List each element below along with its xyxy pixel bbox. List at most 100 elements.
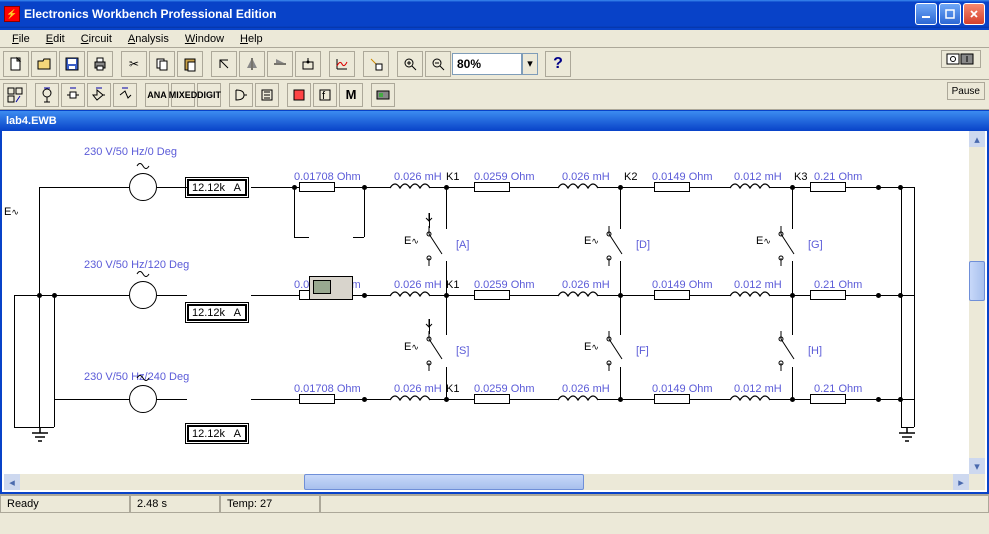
inductor-l1c[interactable] [730, 182, 770, 197]
titlebar: ⚡ Electronics Workbench Professional Edi… [0, 0, 989, 28]
new-button[interactable] [3, 51, 29, 77]
menu-help[interactable]: Help [232, 31, 271, 47]
resistor-r1c[interactable] [654, 182, 690, 192]
inductor-l2c[interactable] [730, 290, 770, 305]
scroll-left-button[interactable]: ◂ [4, 474, 20, 490]
scroll-thumb-h[interactable] [304, 474, 584, 490]
inductor-l3a[interactable] [390, 394, 430, 409]
zoom-dropdown[interactable]: ▾ [522, 53, 538, 75]
maximize-button[interactable] [939, 3, 961, 25]
ac-source-1[interactable] [129, 173, 157, 201]
cut-button[interactable]: ✂ [121, 51, 147, 77]
oscilloscope[interactable] [309, 276, 353, 300]
emf-G[interactable] [756, 226, 806, 269]
schematic-canvas[interactable]: 230 V/50 Hz/0 Deg 230 V/50 Hz/120 Deg 23… [4, 131, 969, 474]
tool-digit-ic-button[interactable]: DIGIT [197, 83, 221, 107]
subcircuit-button[interactable] [295, 51, 321, 77]
open-button[interactable] [31, 51, 57, 77]
component-props-button[interactable] [363, 51, 389, 77]
horizontal-scrollbar[interactable]: ◂ ▸ [4, 474, 969, 490]
tool-mixed-ic-button[interactable]: MIXED [171, 83, 195, 107]
menu-edit[interactable]: Edit [38, 31, 73, 47]
tool-misc-button[interactable]: M [339, 83, 363, 107]
inductor-l1a[interactable] [390, 182, 430, 197]
emf-label-A: E∿ [404, 235, 419, 247]
ground-right[interactable] [897, 427, 917, 448]
vertical-scrollbar[interactable]: ▴ ▾ [969, 131, 985, 474]
resistor-r2c[interactable] [654, 290, 690, 300]
emf-label-F: E∿ [584, 341, 599, 353]
tool-control-button[interactable]: f [313, 83, 337, 107]
flip-h-button[interactable] [239, 51, 265, 77]
help-button[interactable]: ? [545, 51, 571, 77]
emf-D[interactable] [584, 226, 634, 269]
resistor-r2b[interactable] [474, 290, 510, 300]
resistor-r1b[interactable] [474, 182, 510, 192]
pause-button[interactable]: Pause [947, 82, 985, 100]
scroll-down-button[interactable]: ▾ [969, 458, 985, 474]
resistor-r1a[interactable] [299, 182, 335, 192]
scroll-thumb-v[interactable] [969, 261, 985, 301]
ammeter-1[interactable]: 12.12kA [187, 179, 247, 196]
menu-analysis[interactable]: Analysis [120, 31, 177, 47]
resistor-r3a[interactable] [299, 394, 335, 404]
ac-source-3[interactable] [129, 385, 157, 413]
status-ready: Ready [0, 495, 130, 513]
tool-digital-button[interactable] [255, 83, 279, 107]
graph-button[interactable] [329, 51, 355, 77]
inductor-l3c[interactable] [730, 394, 770, 409]
tool-ana-ic-button[interactable]: ANA [145, 83, 169, 107]
inductor-l2b[interactable] [558, 290, 598, 305]
tool-gate-button[interactable] [229, 83, 253, 107]
tool-indicator-button[interactable] [287, 83, 311, 107]
paste-button[interactable] [177, 51, 203, 77]
resistor-r1d[interactable] [810, 182, 846, 192]
print-button[interactable] [87, 51, 113, 77]
emf-H[interactable] [756, 331, 806, 374]
save-button[interactable] [59, 51, 85, 77]
rotate-button[interactable] [211, 51, 237, 77]
power-switch[interactable] [941, 50, 981, 68]
close-button[interactable] [963, 3, 985, 25]
node [37, 293, 42, 298]
tool-basic-button[interactable] [35, 83, 59, 107]
resistor-r3b[interactable] [474, 394, 510, 404]
zoom-level[interactable]: 80% [452, 53, 522, 75]
tool-sources-button[interactable] [3, 83, 27, 107]
document-titlebar: lab4.EWB [0, 110, 989, 131]
inductor-l3b[interactable] [558, 394, 598, 409]
menu-circuit[interactable]: Circuit [73, 31, 120, 47]
resistor-r2d[interactable] [810, 290, 846, 300]
scroll-right-button[interactable]: ▸ [953, 474, 969, 490]
arrow-down-icon [422, 213, 436, 223]
key-A-label: [A] [456, 239, 469, 251]
statusbar: Ready 2.48 s Temp: 27 [0, 494, 989, 514]
zoom-out-button[interactable] [425, 51, 451, 77]
inductor-l1b[interactable] [558, 182, 598, 197]
status-temp: Temp: 27 [220, 495, 320, 513]
scroll-up-button[interactable]: ▴ [969, 131, 985, 147]
tool-instruments-button[interactable] [371, 83, 395, 107]
app-icon: ⚡ [4, 6, 20, 22]
ammeter-3[interactable]: 12.12kA [187, 425, 247, 442]
flip-v-button[interactable] [267, 51, 293, 77]
menu-file[interactable]: File [4, 31, 38, 47]
tool-analog-button[interactable] [113, 83, 137, 107]
tool-diode-button[interactable] [61, 83, 85, 107]
zoom-in-button[interactable] [397, 51, 423, 77]
menu-window[interactable]: Window [177, 31, 232, 47]
tool-transistor-button[interactable] [87, 83, 111, 107]
source-1-sine-icon [136, 161, 150, 171]
ammeter-2[interactable]: 12.12kA [187, 304, 247, 321]
resistor-r3c[interactable] [654, 394, 690, 404]
emf-label-H: E∿ [4, 206, 969, 218]
inductor-l2a[interactable] [390, 290, 430, 305]
ground-left[interactable] [30, 427, 50, 448]
copy-button[interactable] [149, 51, 175, 77]
ac-source-2[interactable] [129, 281, 157, 309]
k2-row1-label: K2 [624, 171, 637, 183]
k1-row3-label: K1 [446, 383, 459, 395]
minimize-button[interactable] [915, 3, 937, 25]
resistor-r3d[interactable] [810, 394, 846, 404]
source-1-label: 230 V/50 Hz/0 Deg [84, 146, 177, 158]
